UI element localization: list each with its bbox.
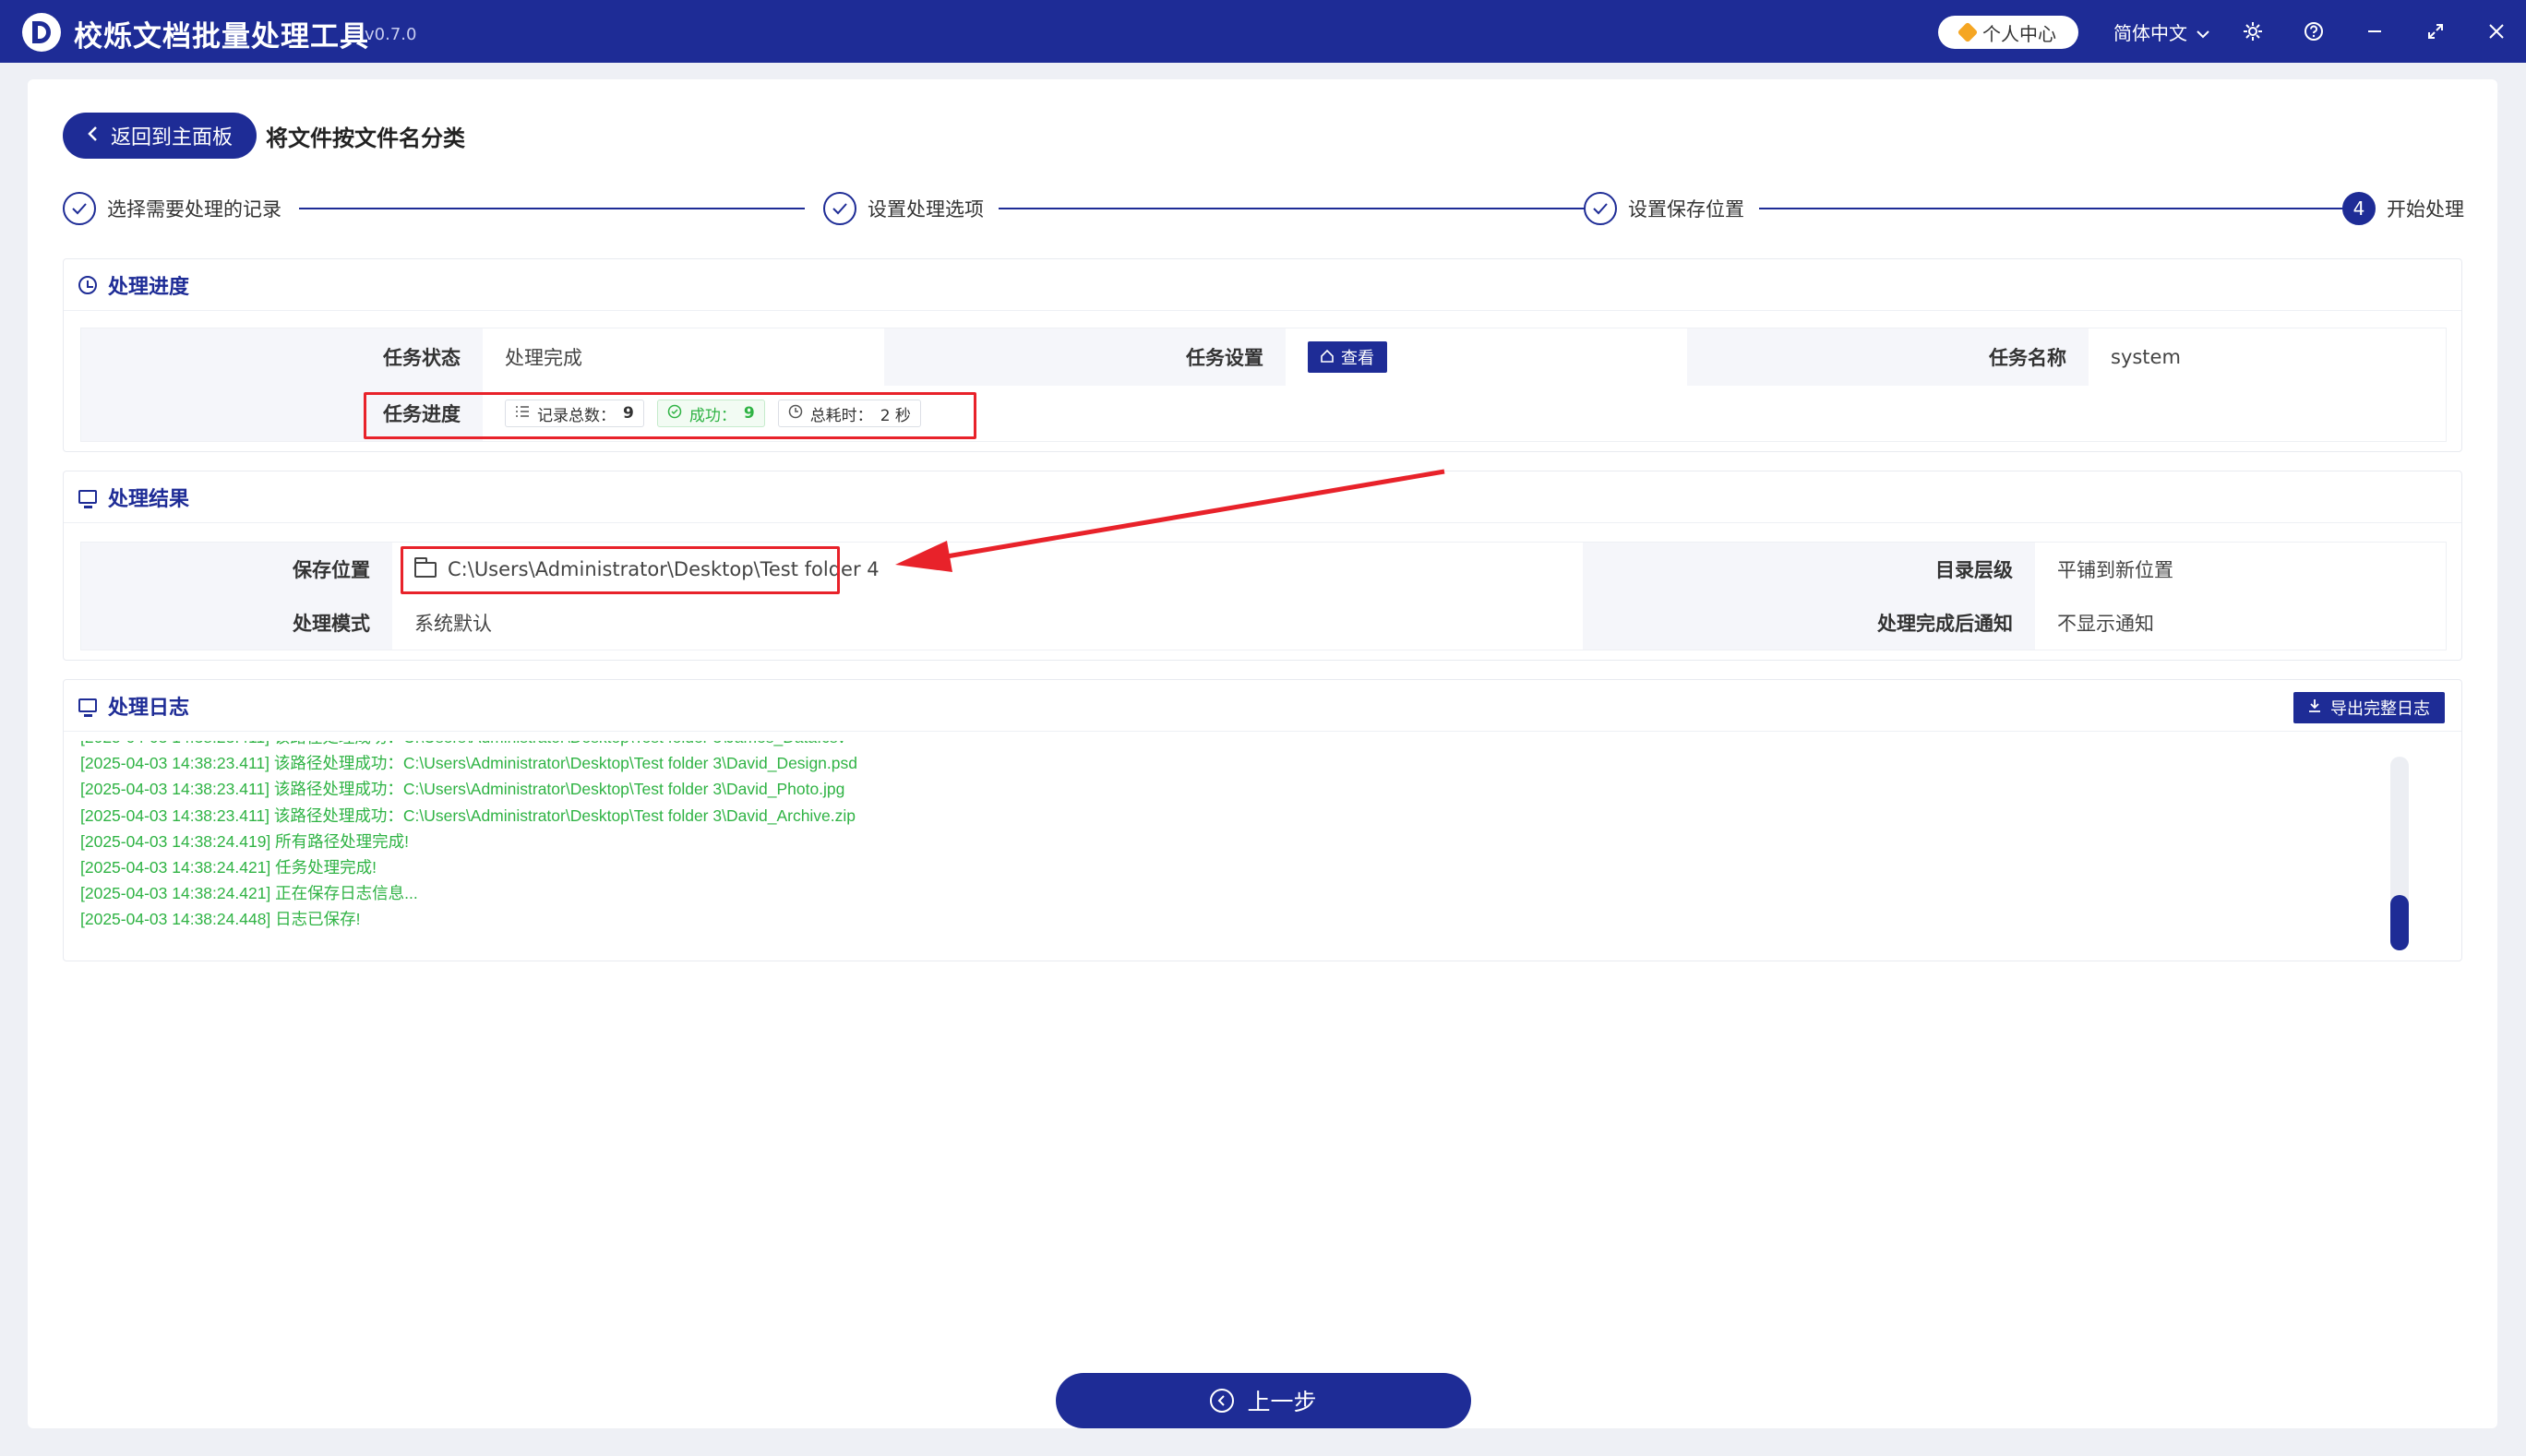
minimize-icon[interactable] [2359, 16, 2390, 47]
log-line: [2025-04-03 14:38:24.419] 所有路径处理完成! [80, 831, 410, 851]
export-log-label: 导出完整日志 [2330, 699, 2430, 719]
monitor-icon [78, 698, 97, 717]
log-scrollbar[interactable] [2390, 757, 2409, 950]
app-logo-icon [22, 13, 61, 52]
previous-step-label: 上一步 [1247, 1389, 1317, 1415]
log-section-header: 处理日志 [64, 680, 2461, 732]
previous-step-button[interactable]: 上一步 [1056, 1373, 1471, 1428]
log-section-title: 处理日志 [108, 696, 190, 720]
app-version: v0.7.0 [365, 25, 417, 44]
log-scrollbar-thumb[interactable] [2390, 895, 2409, 950]
main-panel: 返回到主面板 将文件按文件名分类 选择需要处理的记录 设置处理选项 设置保存位置… [28, 79, 2497, 1428]
user-center-button[interactable]: 个人中心 [1938, 16, 2078, 49]
gear-icon[interactable] [2237, 16, 2269, 47]
log-line: [2025-04-03 14:38:23.411] 该路径处理成功：C:\Use… [80, 780, 845, 799]
log-line: [2025-04-03 14:38:24.448] 日志已保存! [80, 910, 361, 929]
chevron-down-icon [2197, 21, 2209, 43]
title-bar: 校烁文档批量处理工具 v0.7.0 个人中心 简体中文 [0, 0, 2526, 63]
help-icon[interactable] [2298, 16, 2329, 47]
download-icon [2308, 698, 2321, 718]
user-center-label: 个人中心 [1982, 22, 2056, 45]
circle-chevron-left-icon [1210, 1389, 1235, 1413]
log-line: [2025-04-03 14:38:23.411] 该路径处理成功：C:\Use… [80, 741, 2406, 750]
language-select[interactable]: 简体中文 [2113, 18, 2209, 45]
vip-gem-icon [1957, 21, 1979, 43]
app-title: 校烁文档批量处理工具 [74, 20, 369, 54]
maximize-icon[interactable] [2420, 16, 2451, 47]
log-list[interactable]: [2025-04-03 14:38:23.411] 该路径处理成功：C:\Use… [80, 741, 2406, 953]
export-log-button[interactable]: 导出完整日志 [2293, 692, 2445, 723]
language-label: 简体中文 [2113, 22, 2187, 44]
log-line: [2025-04-03 14:38:24.421] 正在保存日志信息... [80, 884, 418, 903]
close-icon[interactable] [2481, 16, 2512, 47]
log-line: [2025-04-03 14:38:23.411] 该路径处理成功：C:\Use… [80, 754, 857, 773]
log-section: 处理日志 导出完整日志 [2025-04-03 14:38:23.411] 该路… [63, 679, 2462, 961]
log-line: [2025-04-03 14:38:23.411] 该路径处理成功：C:\Use… [80, 806, 856, 825]
log-line: [2025-04-03 14:38:24.421] 任务处理完成! [80, 857, 377, 877]
